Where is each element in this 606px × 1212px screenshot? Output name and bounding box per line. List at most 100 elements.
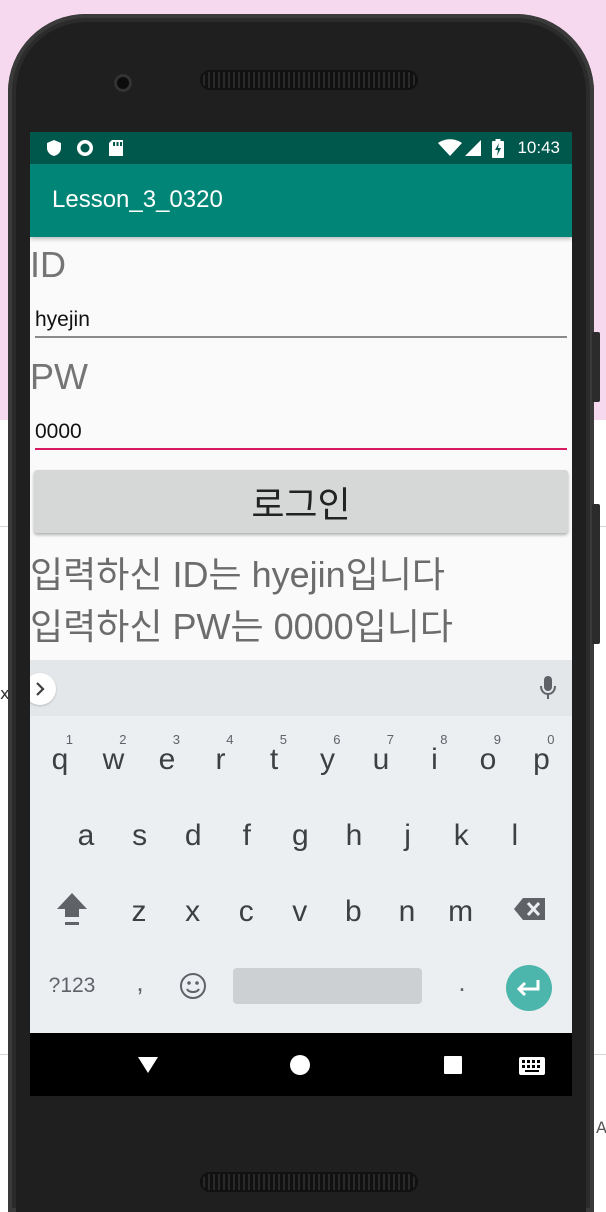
phone-screen: 10:43 Lesson_3_0320 ID hyejin PW 0000 로그… <box>30 132 572 1096</box>
key-h[interactable]: h <box>327 806 381 866</box>
key-n[interactable]: n <box>380 882 434 942</box>
signal-icon <box>464 139 482 161</box>
status-time: 10:43 <box>517 138 560 157</box>
sdcard-icon <box>108 139 124 161</box>
id-input-underline <box>35 336 567 338</box>
key-label: o <box>479 743 497 776</box>
suggestion-strip <box>30 660 572 716</box>
key-x[interactable]: x <box>166 882 220 942</box>
key-label: j <box>404 819 411 852</box>
key-label: g <box>292 819 309 852</box>
home-circle-icon <box>290 1055 310 1075</box>
soft-keyboard: q1w2e3r4t5y6u7i8o9p0 asdfghjkl zxcvbnm ?… <box>30 660 572 1033</box>
backspace-key[interactable] <box>508 884 552 934</box>
key-y[interactable]: y6 <box>301 730 355 790</box>
circle-icon <box>76 139 94 161</box>
key-label: d <box>184 819 202 852</box>
front-camera <box>114 74 132 92</box>
key-label: z <box>131 895 147 928</box>
key-label: p <box>533 743 550 776</box>
key-label: r <box>215 743 226 776</box>
keyboard-switch-button[interactable] <box>519 1057 545 1075</box>
key-label: s <box>132 819 148 852</box>
smiley-icon <box>180 973 206 999</box>
result-pw-text: 입력하신 PW는 0000입니다 <box>30 606 454 647</box>
key-i[interactable]: i8 <box>408 730 462 790</box>
key-w[interactable]: w2 <box>87 730 141 790</box>
key-label: a <box>77 819 95 852</box>
key-label: i <box>431 743 438 776</box>
key-label: q <box>51 743 69 776</box>
chevron-right-icon <box>36 682 45 696</box>
volume-button[interactable] <box>592 504 600 644</box>
pw-input[interactable]: 0000 <box>35 416 567 450</box>
key-hint: 9 <box>493 732 501 747</box>
key-hint: 8 <box>440 732 448 747</box>
pw-input-underline <box>35 448 567 450</box>
microphone-icon[interactable] <box>540 676 556 704</box>
emoji-key[interactable] <box>176 964 210 1008</box>
period-key[interactable]: . <box>448 960 476 1004</box>
key-u[interactable]: u7 <box>354 730 408 790</box>
bottom-speaker <box>200 1172 418 1192</box>
back-button[interactable] <box>136 1055 160 1075</box>
recents-button[interactable] <box>443 1055 463 1075</box>
status-bar: 10:43 <box>30 132 572 164</box>
key-label: y <box>320 743 335 776</box>
expand-toolbar-button[interactable] <box>30 673 56 705</box>
key-label: f <box>242 819 251 852</box>
earpiece-speaker <box>200 70 418 90</box>
shield-icon <box>46 139 62 161</box>
key-label: m <box>448 895 474 928</box>
back-triangle-icon <box>138 1057 158 1073</box>
key-d[interactable]: d <box>166 806 220 866</box>
power-button[interactable] <box>592 332 600 402</box>
result-id-text: 입력하신 ID는 hyejin입니다 <box>30 554 446 595</box>
key-r[interactable]: r4 <box>194 730 248 790</box>
key-f[interactable]: f <box>220 806 274 866</box>
backspace-icon <box>514 898 545 920</box>
symbols-key[interactable]: ?123 <box>42 964 102 1008</box>
key-q[interactable]: q1 <box>33 730 87 790</box>
key-k[interactable]: k <box>434 806 488 866</box>
key-m[interactable]: m <box>434 882 488 942</box>
key-label: v <box>292 895 308 928</box>
key-l[interactable]: l <box>488 806 542 866</box>
key-o[interactable]: o9 <box>461 730 515 790</box>
key-a[interactable]: a <box>59 806 113 866</box>
key-p[interactable]: p0 <box>515 730 569 790</box>
key-label: c <box>238 895 254 928</box>
key-b[interactable]: b <box>326 882 380 942</box>
home-button[interactable] <box>289 1054 311 1076</box>
enter-key[interactable] <box>506 965 552 1011</box>
login-button[interactable]: 로그인 <box>34 470 568 533</box>
comma-key[interactable]: , <box>126 960 154 1004</box>
background-glyph: A <box>596 1118 606 1137</box>
enter-arrow-icon <box>516 980 540 997</box>
key-label: b <box>345 895 362 928</box>
recents-square-icon <box>444 1056 462 1074</box>
key-label: e <box>158 743 176 776</box>
key-v[interactable]: v <box>273 882 327 942</box>
shift-key[interactable] <box>50 884 94 934</box>
key-label: w <box>102 743 125 776</box>
key-hint: 2 <box>119 732 127 747</box>
key-s[interactable]: s <box>113 806 167 866</box>
id-label: ID <box>30 244 66 285</box>
key-hint: 3 <box>172 732 180 747</box>
key-z[interactable]: z <box>112 882 166 942</box>
key-label: n <box>398 895 416 928</box>
key-j[interactable]: j <box>381 806 435 866</box>
key-e[interactable]: e3 <box>140 730 194 790</box>
key-c[interactable]: c <box>219 882 273 942</box>
spacebar[interactable] <box>233 968 422 1004</box>
key-g[interactable]: g <box>273 806 327 866</box>
key-label: u <box>372 743 390 776</box>
shift-icon <box>57 893 87 925</box>
key-t[interactable]: t5 <box>247 730 301 790</box>
pw-label: PW <box>30 356 88 397</box>
key-hint: 6 <box>333 732 341 747</box>
pw-input-value: 0000 <box>35 420 82 443</box>
id-input[interactable]: hyejin <box>35 304 567 338</box>
navigation-bar <box>30 1033 572 1096</box>
